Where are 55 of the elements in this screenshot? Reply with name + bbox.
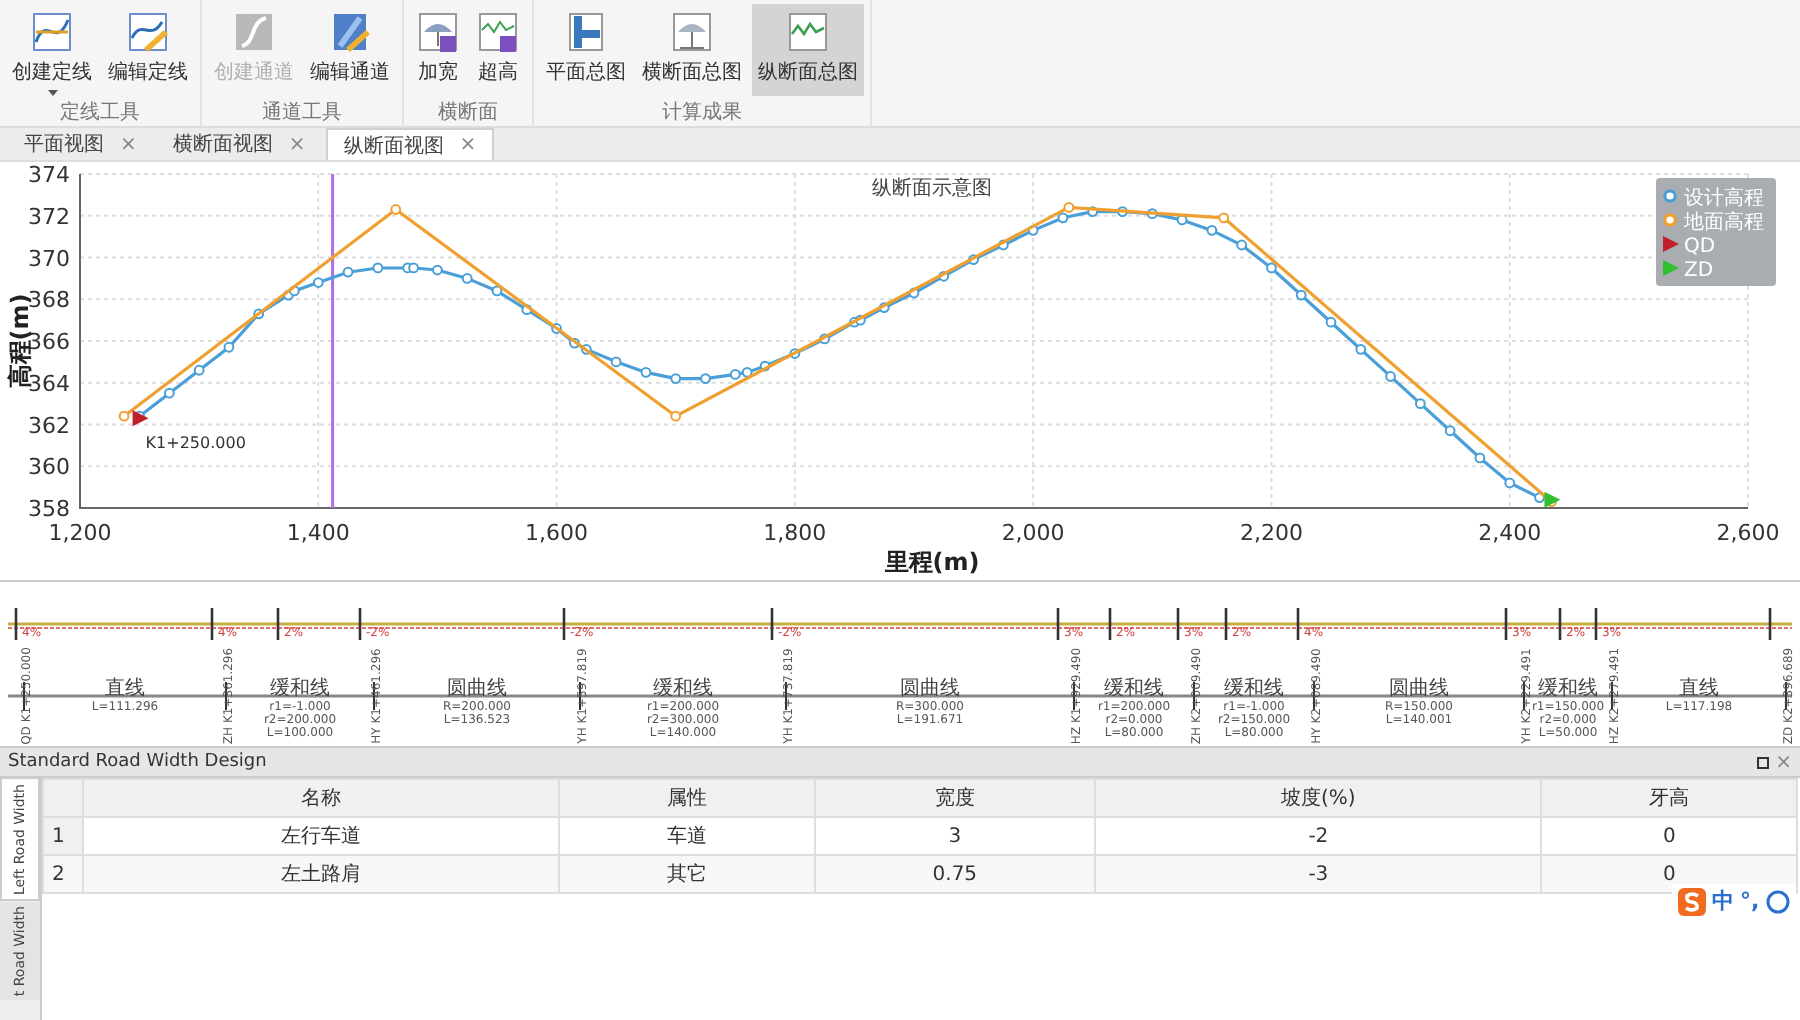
axis-tick-label: 368 — [28, 287, 70, 314]
axis-tick-label: 1,200 — [48, 520, 112, 546]
row-number: 2 — [43, 855, 83, 893]
element-name: 缓和线 — [1538, 678, 1598, 700]
axis-tick-label: 362 — [28, 412, 70, 439]
legend-label: QD — [1684, 236, 1716, 258]
legend-label: ZD — [1684, 260, 1714, 282]
element-name: 圆曲线 — [1389, 678, 1449, 700]
axis-title: 里程(m) — [884, 548, 980, 576]
table-cell: 其它 — [559, 855, 815, 893]
axis-tick-label: 1,800 — [763, 520, 827, 546]
element-name: 圆曲线 — [900, 678, 960, 700]
table-cell: -3 — [1094, 855, 1542, 893]
axis-tick-label: 1,600 — [525, 520, 589, 546]
axis-tick-label: 374 — [28, 162, 70, 188]
column-header: 名称 — [83, 779, 560, 817]
table-cell: 左行车道 — [83, 817, 560, 855]
legend-label: 设计高程 — [1684, 188, 1764, 210]
legend-label: 地面高程 — [1684, 212, 1764, 234]
axis-tick-label: 360 — [28, 454, 70, 481]
element-name: 缓和线 — [1104, 678, 1164, 700]
table-cell: 车道 — [559, 817, 815, 855]
axis-tick-label: 2,400 — [1478, 520, 1542, 546]
axis-tick-label: 2,600 — [1716, 520, 1780, 546]
panel-title: Standard Road Width Design — [8, 752, 267, 772]
element-name: 缓和线 — [270, 678, 330, 700]
column-header: 宽度 — [814, 779, 1095, 817]
element-name: 圆曲线 — [447, 678, 507, 700]
column-header: 牙高 — [1541, 779, 1797, 817]
table-cell: 3 — [814, 817, 1095, 855]
table-cell: -2 — [1094, 817, 1542, 855]
group-label: 通道工具 — [260, 99, 344, 126]
axis-tick-label: 2,200 — [1239, 520, 1303, 546]
chart-title: 纵断面示意图 — [872, 178, 992, 200]
axis-tick-label: 2,000 — [1001, 520, 1065, 546]
row-number: 1 — [43, 817, 83, 855]
axis-tick-label: 358 — [28, 496, 70, 522]
axis-tick-label: 370 — [28, 245, 70, 272]
column-header: 坡度(%) — [1094, 779, 1542, 817]
element-name: 缓和线 — [653, 678, 713, 700]
axis-tick-label: 372 — [28, 203, 70, 230]
annotation: K1+250.000 — [145, 434, 246, 453]
table-cell: 0.75 — [814, 855, 1095, 893]
group-label: 横断面 — [436, 99, 500, 126]
axis-tick-label: 1,400 — [286, 520, 350, 546]
table-cell: 0 — [1541, 817, 1797, 855]
element-name: 直线 — [1679, 678, 1719, 700]
column-header: 属性 — [559, 779, 815, 817]
element-name: 直线 — [105, 678, 145, 700]
group-label: 定线工具 — [58, 99, 142, 126]
axis-tick-label: 366 — [28, 329, 70, 355]
table-cell: 左土路肩 — [83, 855, 560, 893]
axis-title: 高程(m) — [6, 293, 34, 389]
element-name: 缓和线 — [1224, 678, 1284, 700]
group-label: 计算成果 — [660, 99, 744, 126]
